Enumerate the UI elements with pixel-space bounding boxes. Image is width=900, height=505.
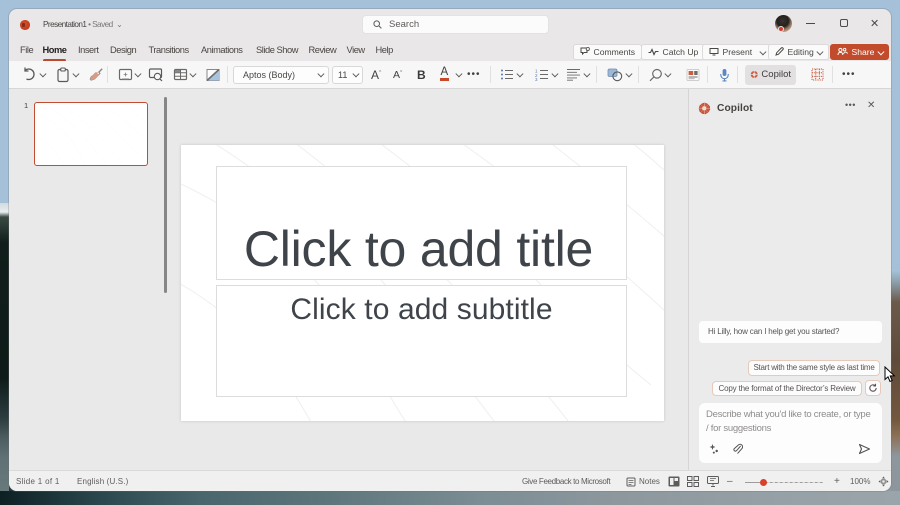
svg-text:3: 3: [535, 77, 538, 81]
